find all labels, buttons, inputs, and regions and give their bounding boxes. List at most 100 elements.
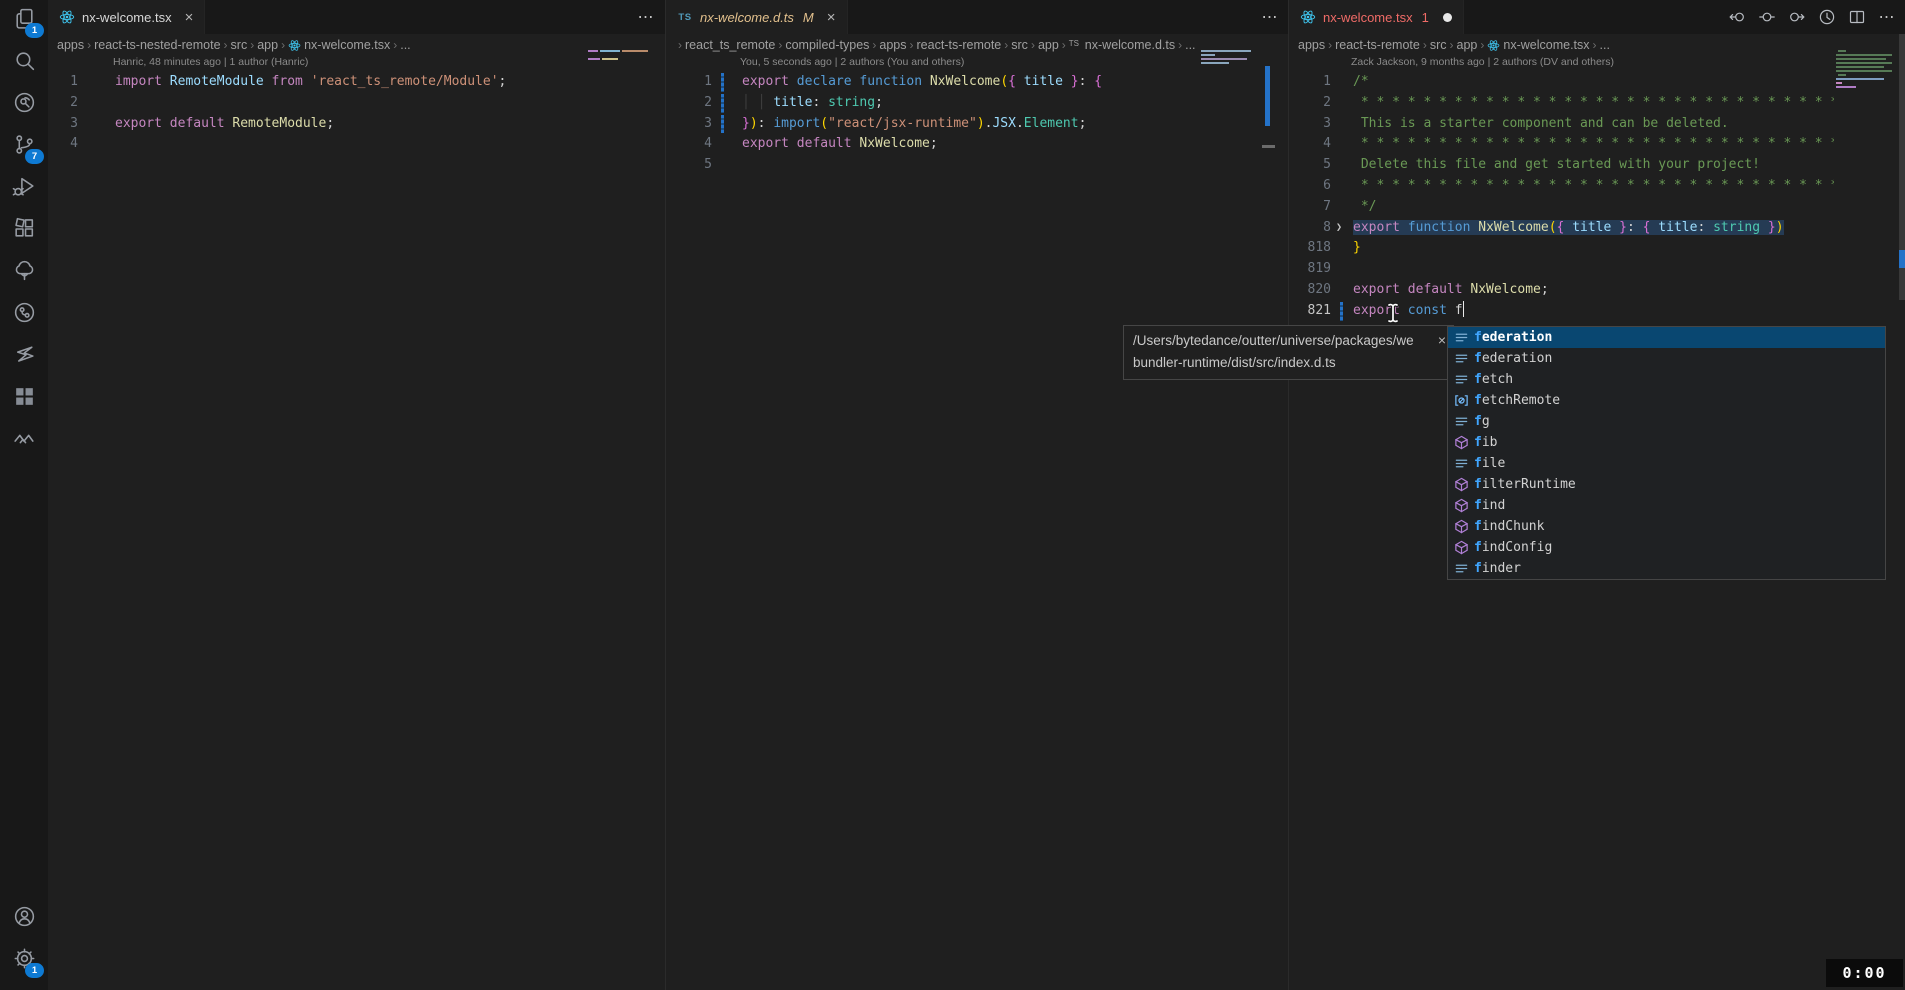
breadcrumb-item[interactable]: ... xyxy=(1600,38,1610,52)
suggest-item-findConfig[interactable]: findConfig xyxy=(1448,537,1885,558)
code-editor[interactable]: 1import RemoteModule from 'react_ts_remo… xyxy=(48,72,665,155)
code-line[interactable]: 6 * * * * * * * * * * * * * * * * * * * … xyxy=(1289,176,1905,197)
more-actions-icon[interactable]: ⋯ xyxy=(1261,8,1279,26)
code-line[interactable]: 4export default NxWelcome; xyxy=(666,134,1289,155)
breadcrumb-item[interactable]: ... xyxy=(1185,38,1195,52)
suggest-item-file[interactable]: file xyxy=(1448,453,1885,474)
code-line[interactable]: 3}): import("react/jsx-runtime").JSX.Ele… xyxy=(666,114,1289,135)
code-line[interactable]: 4 xyxy=(48,134,665,155)
codelens-annotation[interactable]: Hanric, 48 minutes ago | 1 author (Hanri… xyxy=(48,56,665,72)
breadcrumb-item[interactable]: react_ts_remote xyxy=(685,38,775,52)
project-tree-icon xyxy=(12,258,37,288)
breadcrumb-item[interactable]: app xyxy=(1457,38,1478,52)
code-line[interactable]: 1export declare function NxWelcome({ tit… xyxy=(666,72,1289,93)
code-line[interactable]: 2 xyxy=(48,93,665,114)
codelens-annotation[interactable]: You, 5 seconds ago | 2 authors (You and … xyxy=(666,56,1289,72)
activity-bar-item-settings[interactable]: 1 xyxy=(0,940,48,982)
breadcrumb-item[interactable]: apps xyxy=(1298,38,1325,52)
code-line[interactable]: 1/* xyxy=(1289,72,1905,93)
breadcrumb-item[interactable]: ... xyxy=(400,38,410,52)
code-line[interactable]: 2│ │ title: string; xyxy=(666,93,1289,114)
code-editor[interactable]: 1/*2 * * * * * * * * * * * * * * * * * *… xyxy=(1289,72,1905,322)
code-line[interactable]: 5 xyxy=(666,155,1289,176)
suggest-item-findChunk[interactable]: findChunk xyxy=(1448,516,1885,537)
breadcrumb-item[interactable]: nx-welcome.tsx xyxy=(1487,38,1589,52)
breadcrumb-item[interactable]: app xyxy=(1038,38,1059,52)
breadcrumb-item[interactable]: TSnx-welcome.d.ts xyxy=(1069,38,1175,52)
suggest-item-fg[interactable]: fg xyxy=(1448,411,1885,432)
more-actions-icon[interactable]: ⋯ xyxy=(637,8,655,26)
code-line[interactable]: 7 */ xyxy=(1289,197,1905,218)
activity-bar-item-search[interactable] xyxy=(0,42,48,84)
code-line[interactable]: 818} xyxy=(1289,238,1905,259)
minimap-line xyxy=(1838,74,1846,76)
tab-nx-welcome.d.ts[interactable]: TSnx-welcome.d.tsM× xyxy=(666,0,848,34)
close-icon[interactable]: × xyxy=(185,10,194,25)
prev-change-icon[interactable] xyxy=(1728,8,1746,26)
activity-bar-item-module-grid[interactable] xyxy=(0,378,48,420)
split-editor-icon[interactable] xyxy=(1848,8,1866,26)
code-editor[interactable]: 1export declare function NxWelcome({ tit… xyxy=(666,72,1289,176)
breadcrumb-item[interactable]: app xyxy=(257,38,278,52)
suggest-item-fetchRemote[interactable]: fetchRemote xyxy=(1448,390,1885,411)
code-line[interactable]: 3 This is a starter component and can be… xyxy=(1289,114,1905,135)
gutter xyxy=(714,93,742,114)
breadcrumb-item[interactable]: src xyxy=(231,38,248,52)
close-icon[interactable]: × xyxy=(1438,329,1446,351)
activity-bar-item-waves[interactable] xyxy=(0,420,48,462)
activity-bar-item-explorer[interactable]: 1 xyxy=(0,0,48,42)
activity-bar-item-source-control[interactable]: 7 xyxy=(0,126,48,168)
gutter xyxy=(80,134,115,155)
code-line[interactable]: 4 * * * * * * * * * * * * * * * * * * * … xyxy=(1289,134,1905,155)
changes-icon[interactable] xyxy=(1758,8,1776,26)
activity-bar-item-project-tree[interactable] xyxy=(0,252,48,294)
code-line[interactable]: 3export default RemoteModule; xyxy=(48,114,665,135)
breadcrumb-item[interactable]: src xyxy=(1430,38,1447,52)
breadcrumb-item[interactable]: react-ts-remote xyxy=(1335,38,1420,52)
minimap[interactable] xyxy=(1834,34,1898,294)
breadcrumb-item[interactable]: compiled-types xyxy=(785,38,869,52)
code-line[interactable]: 1import RemoteModule from 'react_ts_remo… xyxy=(48,72,665,93)
activity-bar-item-run-and-debug[interactable] xyxy=(0,168,48,210)
blame-icon[interactable] xyxy=(1818,8,1836,26)
breadcrumb-item[interactable]: apps xyxy=(879,38,906,52)
code-line[interactable]: 5 Delete this file and get started with … xyxy=(1289,155,1905,176)
more-actions-icon[interactable]: ⋯ xyxy=(1878,8,1896,26)
fold-chevron-icon[interactable]: ❯ xyxy=(1336,218,1342,239)
suggest-item-federation[interactable]: federation xyxy=(1448,348,1885,369)
breadcrumb-item[interactable]: react-ts-remote xyxy=(917,38,1002,52)
suggest-item-find[interactable]: find xyxy=(1448,495,1885,516)
code-line[interactable]: 820export default NxWelcome; xyxy=(1289,280,1905,301)
minimap[interactable] xyxy=(586,34,660,244)
dirty-dot-icon[interactable] xyxy=(1443,13,1452,22)
suggest-item-fetch[interactable]: fetch xyxy=(1448,369,1885,390)
breadcrumb-item[interactable]: src xyxy=(1011,38,1028,52)
activity-bar-item-extensions[interactable] xyxy=(0,210,48,252)
overview-ruler-modified xyxy=(1899,250,1905,268)
tab-nx-welcome.tsx[interactable]: nx-welcome.tsx1 xyxy=(1289,0,1464,34)
code-line[interactable]: 2 * * * * * * * * * * * * * * * * * * * … xyxy=(1289,93,1905,114)
suggest-item-federation[interactable]: federation xyxy=(1448,327,1885,348)
codelens-annotation[interactable]: Zack Jackson, 9 months ago | 2 authors (… xyxy=(1289,56,1905,72)
code-text: │ │ title: string; xyxy=(742,93,883,114)
close-icon[interactable]: × xyxy=(827,10,836,25)
activity-bar-item-commit-graph[interactable] xyxy=(0,294,48,336)
breadcrumb-item[interactable]: react-ts-nested-remote xyxy=(94,38,220,52)
breadcrumb-label: nx-welcome.tsx xyxy=(1503,38,1589,52)
suggest-item-fib[interactable]: fib xyxy=(1448,432,1885,453)
activity-bar-item-accounts[interactable] xyxy=(0,898,48,940)
code-line[interactable]: 821export const f xyxy=(1289,301,1905,322)
code-line[interactable]: 819 xyxy=(1289,259,1905,280)
code-line[interactable]: 8❯export function NxWelcome({ title }: {… xyxy=(1289,218,1905,239)
search-icon xyxy=(12,48,37,78)
activity-bar-item-nx-console[interactable] xyxy=(0,336,48,378)
breadcrumb-item[interactable]: apps xyxy=(57,38,84,52)
next-change-icon[interactable] xyxy=(1788,8,1806,26)
minimap[interactable] xyxy=(1197,34,1271,244)
breadcrumb-item[interactable]: nx-welcome.tsx xyxy=(288,38,390,52)
suggest-item-filterRuntime[interactable]: filterRuntime xyxy=(1448,474,1885,495)
activity-bar-item-gitlens[interactable] xyxy=(0,84,48,126)
line-number: 7 xyxy=(1289,197,1333,218)
tab-nx-welcome.tsx[interactable]: nx-welcome.tsx× xyxy=(48,0,205,34)
suggest-item-finder[interactable]: finder xyxy=(1448,558,1885,579)
